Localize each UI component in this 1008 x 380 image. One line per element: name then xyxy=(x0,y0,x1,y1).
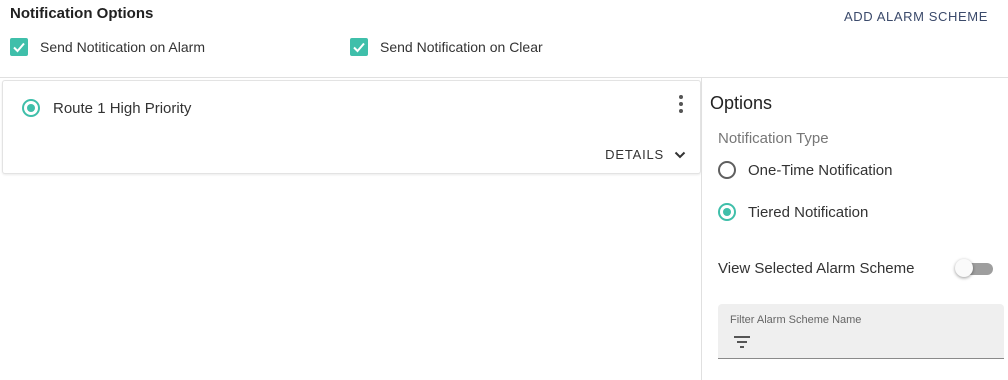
option-label: One-Time Notification xyxy=(748,161,893,179)
options-title: Options xyxy=(710,93,773,113)
header-divider xyxy=(0,77,1008,78)
panel-divider xyxy=(701,78,702,380)
route-card[interactable]: Route 1 High Priority DETAILS xyxy=(2,80,701,174)
view-selected-toggle[interactable] xyxy=(955,259,993,277)
view-selected-label: View Selected Alarm Scheme xyxy=(718,260,915,277)
add-alarm-scheme-button[interactable]: ADD ALARM SCHEME xyxy=(844,9,988,24)
option-one-time[interactable]: One-Time Notification xyxy=(718,161,893,179)
notification-type-label: Notification Type xyxy=(718,130,829,147)
section-title: Notification Options xyxy=(10,5,154,22)
filter-alarm-scheme-input[interactable]: Filter Alarm Scheme Name xyxy=(718,304,1004,359)
option-tiered[interactable]: Tiered Notification xyxy=(718,203,868,221)
more-vertical-icon[interactable] xyxy=(678,95,684,113)
toggle-thumb[interactable] xyxy=(955,259,973,277)
checkbox-label: Send Notitication on Alarm xyxy=(40,39,205,55)
notification-options-page: Notification Options ADD ALARM SCHEME Se… xyxy=(0,0,1008,380)
details-label: DETAILS xyxy=(605,147,664,162)
filter-icon xyxy=(734,336,750,348)
check-icon[interactable] xyxy=(350,38,368,56)
filter-label: Filter Alarm Scheme Name xyxy=(730,314,862,326)
check-icon[interactable] xyxy=(10,38,28,56)
route-label: Route 1 High Priority xyxy=(53,100,192,117)
radio-tiered[interactable] xyxy=(718,203,736,221)
checkbox-label: Send Notification on Clear xyxy=(380,39,543,55)
checkbox-send-on-alarm[interactable]: Send Notitication on Alarm xyxy=(10,38,205,56)
details-toggle[interactable]: DETAILS xyxy=(605,147,686,162)
option-label: Tiered Notification xyxy=(748,203,869,221)
route-radio[interactable] xyxy=(22,99,40,117)
radio-one-time[interactable] xyxy=(718,161,736,179)
checkbox-send-on-clear[interactable]: Send Notification on Clear xyxy=(350,38,543,56)
chevron-down-icon xyxy=(674,151,686,158)
